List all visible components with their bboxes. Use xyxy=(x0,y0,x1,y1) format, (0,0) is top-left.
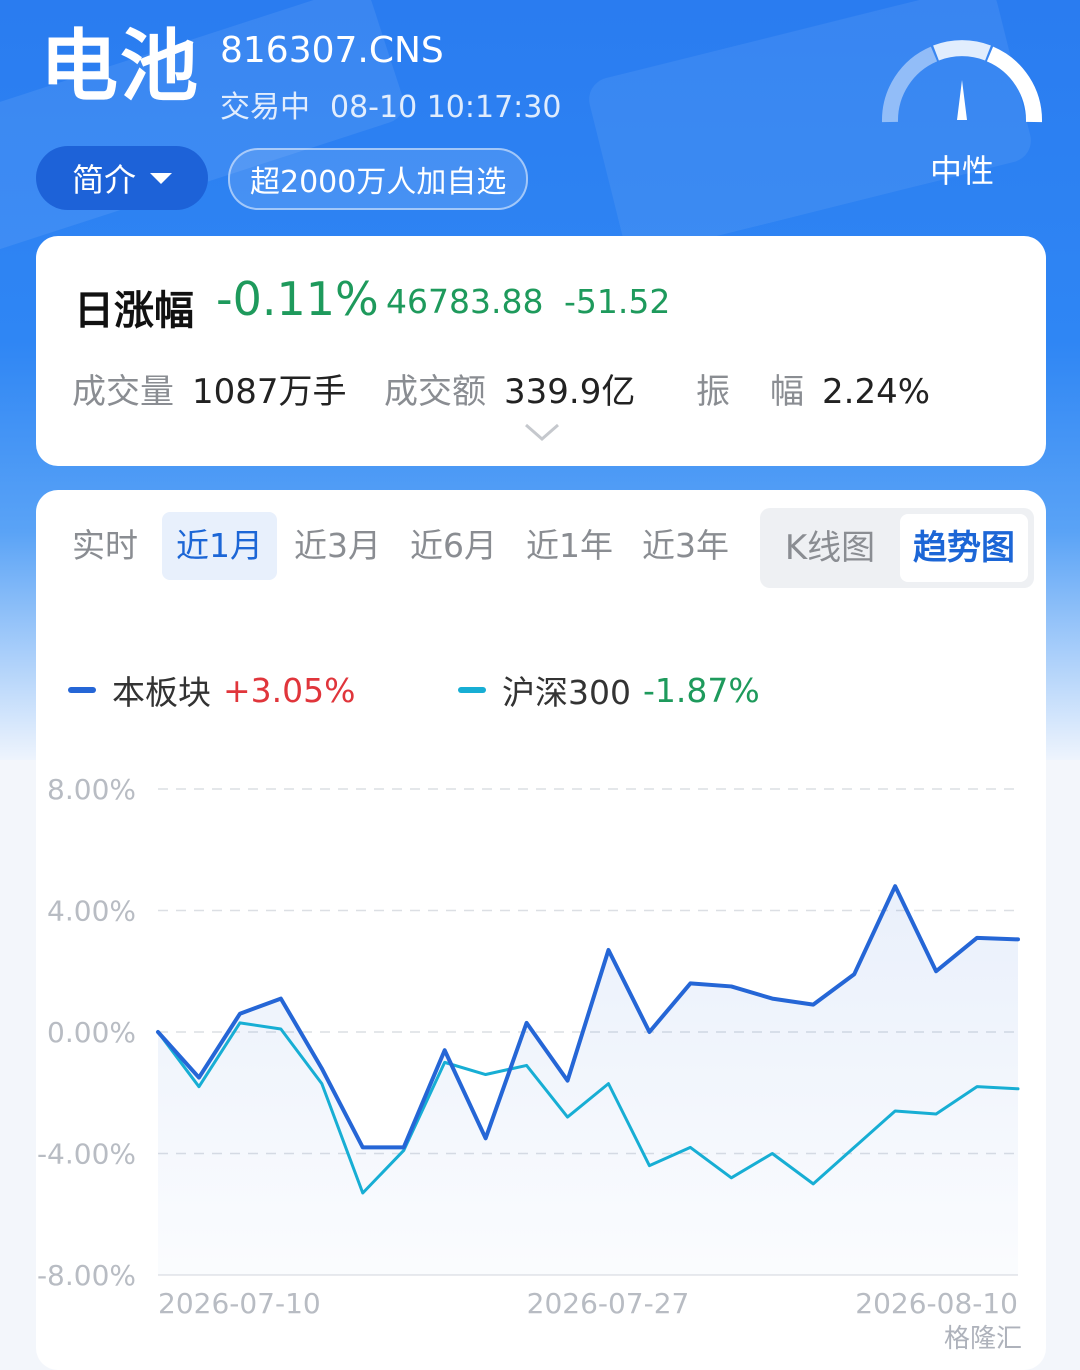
chart-mode-toggle: K线图 趋势图 xyxy=(760,508,1034,588)
legend-name: 沪深300 xyxy=(502,666,631,714)
legend-swatch xyxy=(458,687,486,693)
tab-3-month[interactable]: 近3月 xyxy=(280,512,395,580)
caret-down-icon xyxy=(150,173,172,184)
volume-label: 成交量 xyxy=(72,372,174,412)
sentiment-gauge-icon xyxy=(874,30,1050,140)
amplitude-value: 2.24% xyxy=(822,372,930,412)
trade-status-line: 交易中 08-10 10:17:30 xyxy=(220,82,581,126)
sector-code: 816307.CNS xyxy=(220,30,444,71)
watchlist-badge-label: 超2000万人加自选 xyxy=(250,157,506,201)
legend-item-csi300: 沪深300 -1.87% xyxy=(458,666,760,714)
volume-value: 1087万手 xyxy=(192,372,347,412)
gauge-needle-icon xyxy=(957,80,967,120)
amount-stat: 成交额 339.9亿 xyxy=(384,364,635,413)
amplitude-stat: 振幅 2.24% xyxy=(696,364,930,413)
legend-name: 本板块 xyxy=(112,666,211,714)
tab-3-year[interactable]: 近3年 xyxy=(628,512,743,580)
amplitude-label-2: 幅 xyxy=(770,372,804,412)
sector-title: 电池 xyxy=(40,28,200,106)
tab-6-month[interactable]: 近6月 xyxy=(396,512,511,580)
sentiment-label: 中性 xyxy=(900,146,1024,192)
price-change: -51.52 xyxy=(564,282,670,321)
intro-button-label: 简介 xyxy=(72,155,136,201)
quote-card: 日涨幅 -0.11% 46783.88 -51.52 成交量 1087万手 成交额… xyxy=(36,236,1046,466)
index-price: 46783.88 xyxy=(386,282,543,321)
chevron-down-icon[interactable] xyxy=(524,422,560,442)
tab-1-year[interactable]: 近1年 xyxy=(512,512,627,580)
daily-change-percent: -0.11% xyxy=(216,272,379,326)
amount-value: 339.9亿 xyxy=(504,372,635,412)
intro-button[interactable]: 简介 xyxy=(36,146,208,210)
legend-item-sector: 本板块 +3.05% xyxy=(68,666,355,714)
trade-status: 交易中 xyxy=(220,90,310,125)
watermark: 格隆汇 xyxy=(944,1318,1022,1355)
legend-value: -1.87% xyxy=(643,671,760,710)
kline-mode-button[interactable]: K线图 xyxy=(764,514,896,582)
watchlist-badge[interactable]: 超2000万人加自选 xyxy=(228,148,528,210)
quote-timestamp: 08-10 10:17:30 xyxy=(330,90,561,125)
trend-mode-button[interactable]: 趋势图 xyxy=(900,514,1028,582)
amount-label: 成交额 xyxy=(384,372,486,412)
tab-realtime[interactable]: 实时 xyxy=(58,512,152,580)
legend-swatch xyxy=(68,687,96,693)
daily-change-label: 日涨幅 xyxy=(74,278,194,336)
amplitude-label-1: 振 xyxy=(696,372,730,412)
legend-value: +3.05% xyxy=(223,671,355,710)
volume-stat: 成交量 1087万手 xyxy=(72,364,347,413)
tab-1-month[interactable]: 近1月 xyxy=(162,512,277,580)
chart-card: 实时 近1月 近3月 近6月 近1年 近3年 K线图 趋势图 本板块 +3.05… xyxy=(36,490,1046,1370)
